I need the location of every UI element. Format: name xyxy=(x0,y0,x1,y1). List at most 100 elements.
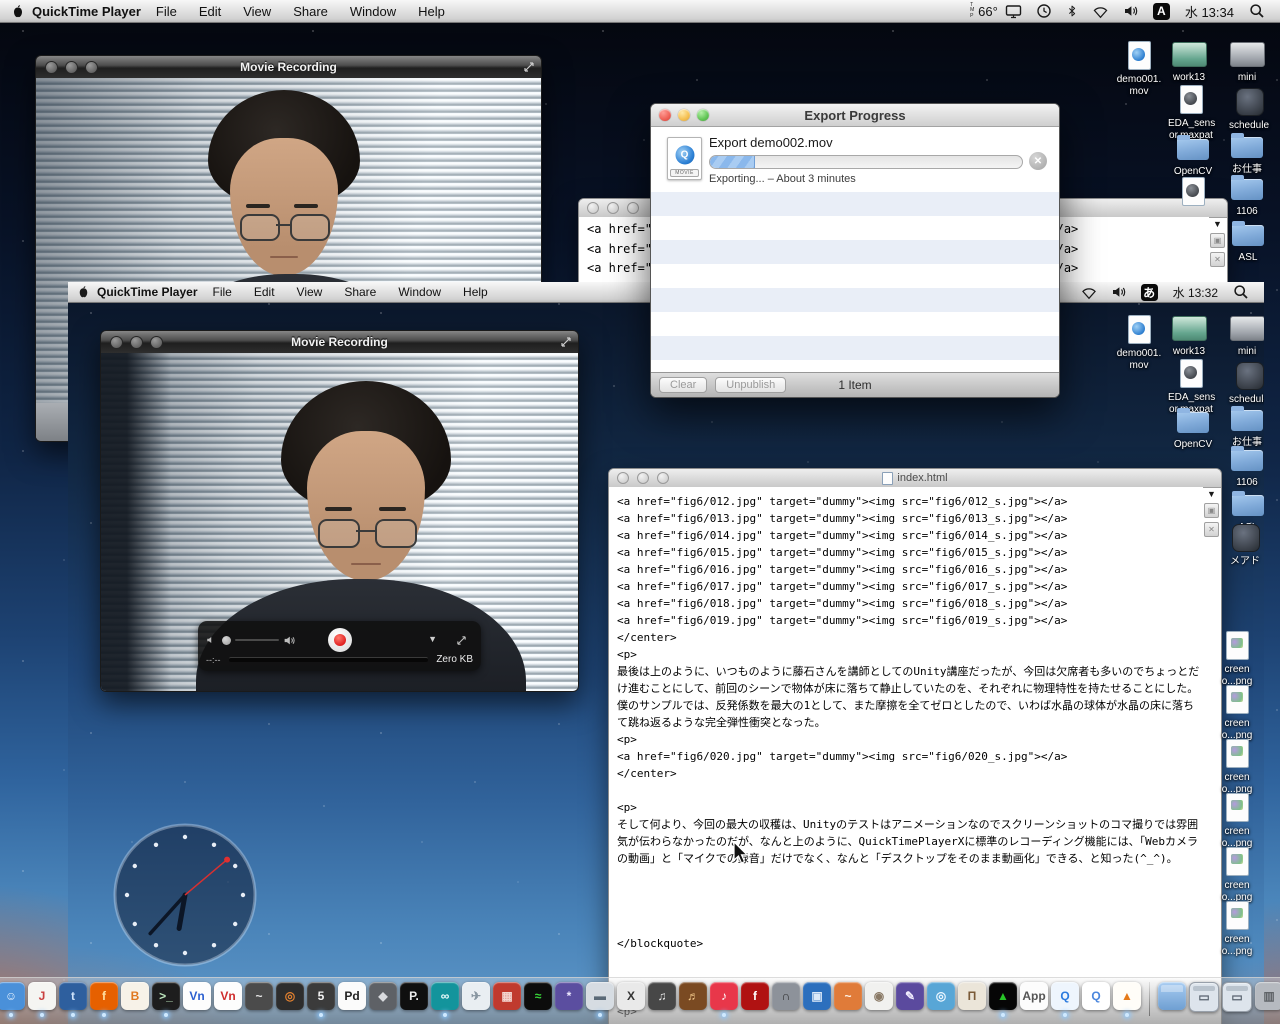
desktop-icon-1106[interactable]: 1106 xyxy=(1224,172,1270,218)
dock-item-oscilloscope-app[interactable]: ≈ xyxy=(524,982,552,1010)
inner-desktop-icon-screenshot-png-1[interactable]: creen o...png xyxy=(1214,630,1260,687)
spotlight-icon[interactable] xyxy=(1226,282,1256,303)
dock-item-quicktime-7[interactable]: Q xyxy=(1082,982,1110,1010)
menu-item[interactable]: Share xyxy=(344,285,376,299)
minimize-button[interactable] xyxy=(607,202,619,214)
badge-icon[interactable]: ▣ xyxy=(1204,503,1219,518)
dock-item-headphones-app[interactable]: ∩ xyxy=(772,982,800,1010)
dock-item-vnc-blue[interactable]: Vn xyxy=(183,982,211,1010)
collapse-icon[interactable]: ▼ xyxy=(1213,220,1222,229)
code-editor[interactable]: <a href="fig6/012.jpg" target="dummy"><i… xyxy=(609,487,1203,1024)
editor-title-bar[interactable]: index.html xyxy=(609,469,1221,488)
close-box-icon[interactable]: ✕ xyxy=(1210,252,1225,267)
spotlight-icon[interactable] xyxy=(1242,0,1272,22)
dock-item-midi-setup[interactable]: ♫ xyxy=(648,982,676,1010)
menu-item[interactable]: File xyxy=(213,285,232,299)
desktop-icon-asl[interactable]: ASL xyxy=(1225,218,1271,264)
inner-desktop-icon-screenshot-png-2[interactable]: creen o...png xyxy=(1214,684,1260,741)
menu-item[interactable]: View xyxy=(297,285,323,299)
menu-item[interactable]: Edit xyxy=(254,285,275,299)
inner-desktop-icon-meado[interactable]: メアド xyxy=(1222,522,1264,568)
menu-item[interactable]: Window xyxy=(398,285,441,299)
dock-item-processing[interactable]: P. xyxy=(400,982,428,1010)
dock-item-bird-app[interactable]: ✈ xyxy=(462,982,490,1010)
dock-item-trash[interactable]: ▥ xyxy=(1255,982,1280,1010)
wifi-icon[interactable] xyxy=(1085,0,1116,22)
dock-item-minimized-window-quicktime[interactable]: ▭ xyxy=(1222,982,1252,1012)
dock-item-projector-app[interactable]: ▬ xyxy=(586,982,614,1017)
inner-desktop-icon-demo001-mov[interactable]: demo001. mov xyxy=(1116,314,1162,371)
dock-item-firefox[interactable]: f xyxy=(90,982,118,1017)
menu-item[interactable]: View xyxy=(243,4,271,19)
fullscreen-icon[interactable] xyxy=(456,635,467,646)
dock-item-quicktime-x[interactable]: Q xyxy=(1051,982,1079,1017)
zoom-button[interactable] xyxy=(627,202,639,214)
export-title-bar[interactable]: Export Progress xyxy=(651,104,1059,127)
dock-item-flash[interactable]: f xyxy=(741,982,769,1010)
apple-menu-icon[interactable] xyxy=(10,3,26,20)
dock-item-quartz-composer[interactable]: ◆ xyxy=(369,982,397,1010)
resize-icon[interactable] xyxy=(560,336,572,348)
volume-icon[interactable] xyxy=(1116,0,1146,22)
inner-desktop-icon-schedule[interactable]: schedule xyxy=(1226,360,1264,406)
zoom-button[interactable] xyxy=(657,472,669,484)
inner-desktop-icon-oshigoto[interactable]: お仕事 xyxy=(1224,403,1264,449)
dock-item-tail-app[interactable]: ~ xyxy=(834,982,862,1010)
inner-desktop-icon-1106[interactable]: 1106 xyxy=(1224,443,1264,489)
dock-item-wand-app[interactable]: * xyxy=(555,982,583,1010)
dock-item-iphoto[interactable]: ◉ xyxy=(865,982,893,1010)
collapse-icon[interactable]: ▼ xyxy=(1207,490,1216,499)
minimize-button[interactable] xyxy=(637,472,649,484)
inner-desktop-icon-screenshot-png-6[interactable]: creen o...png xyxy=(1214,900,1260,957)
dock-item-divider[interactable] xyxy=(1149,982,1150,1016)
temperature-value[interactable]: 66° xyxy=(978,4,998,19)
dock-item-text-editor[interactable]: J xyxy=(28,982,56,1017)
menu-item[interactable]: File xyxy=(156,4,177,19)
volume-slider-track[interactable] xyxy=(235,639,279,641)
chevron-down-icon[interactable]: ▼ xyxy=(428,634,437,644)
inner-desktop-icon-screenshot-png-5[interactable]: creen o...png xyxy=(1214,846,1260,903)
resize-icon[interactable] xyxy=(523,61,535,73)
dock-item-terminal[interactable]: >_ xyxy=(152,982,180,1017)
dock-item-pure-data[interactable]: Pd xyxy=(338,982,366,1010)
dock-item-pen-app[interactable]: ✎ xyxy=(896,982,924,1010)
wifi-icon[interactable] xyxy=(1074,282,1104,303)
inner-desktop-icon-work13[interactable]: work13 xyxy=(1166,312,1212,358)
dock-item-vlc[interactable]: ▲ xyxy=(1113,982,1141,1017)
menu-item[interactable]: Help xyxy=(418,4,445,19)
unpublish-button[interactable]: Unpublish xyxy=(715,377,787,393)
inner-desktop-icon-screenshot-png-4[interactable]: creen o...png xyxy=(1214,792,1260,849)
dock-item-imovie[interactable]: ▣ xyxy=(803,982,831,1010)
menu-item[interactable]: Help xyxy=(463,285,488,299)
desktop-icon-demo001-mov[interactable]: demo001. mov xyxy=(1116,40,1162,97)
inner-desktop-icon-mini[interactable]: mini xyxy=(1224,312,1264,358)
apple-menu-icon[interactable] xyxy=(76,284,91,300)
dock-item-blue-tile-app[interactable]: ◎ xyxy=(927,982,955,1010)
desktop-icon-oshigoto[interactable]: お仕事 xyxy=(1224,130,1270,176)
dock-item-itunes[interactable]: ♪ xyxy=(710,982,738,1017)
inner-desktop-icon-screenshot-png-3[interactable]: creen o...png xyxy=(1214,738,1260,795)
menu-clock[interactable]: 水 13:34 xyxy=(1177,2,1242,21)
desktop-icon-opencv[interactable]: OpenCV xyxy=(1170,132,1216,178)
dock-item-thunderbird[interactable]: t xyxy=(59,982,87,1017)
menu-item[interactable]: Edit xyxy=(199,4,221,19)
dock-item-red-kit-app[interactable]: ▦ xyxy=(493,982,521,1010)
dock-item-max-runtime[interactable]: ~ xyxy=(245,982,273,1010)
cancel-export-button[interactable]: ✕ xyxy=(1029,152,1047,170)
input-method-icon[interactable]: A xyxy=(1146,0,1177,22)
dock-item-garageband[interactable]: ♬ xyxy=(679,982,707,1010)
badge-icon[interactable]: ▣ xyxy=(1210,233,1225,248)
input-method-icon[interactable]: あ xyxy=(1134,282,1165,303)
dock-item-letter-b-app[interactable]: B xyxy=(121,982,149,1010)
display-icon[interactable] xyxy=(998,0,1029,22)
dock-item-spectrum-app[interactable]: ▲ xyxy=(989,982,1017,1017)
volume-icon[interactable] xyxy=(1104,282,1134,303)
dock-item-xquartz[interactable]: X xyxy=(617,982,645,1010)
dock-item-installer-app[interactable]: App xyxy=(1020,982,1048,1010)
app-menu-title[interactable]: QuickTime Player xyxy=(32,4,141,19)
dock-item-finder[interactable]: ☺ xyxy=(0,982,25,1017)
time-machine-icon[interactable] xyxy=(1029,0,1059,22)
bluetooth-icon[interactable] xyxy=(1059,0,1085,22)
movie-window-title-bar[interactable]: Movie Recording xyxy=(101,331,578,353)
desktop-icon-mini[interactable]: mini xyxy=(1224,38,1270,84)
